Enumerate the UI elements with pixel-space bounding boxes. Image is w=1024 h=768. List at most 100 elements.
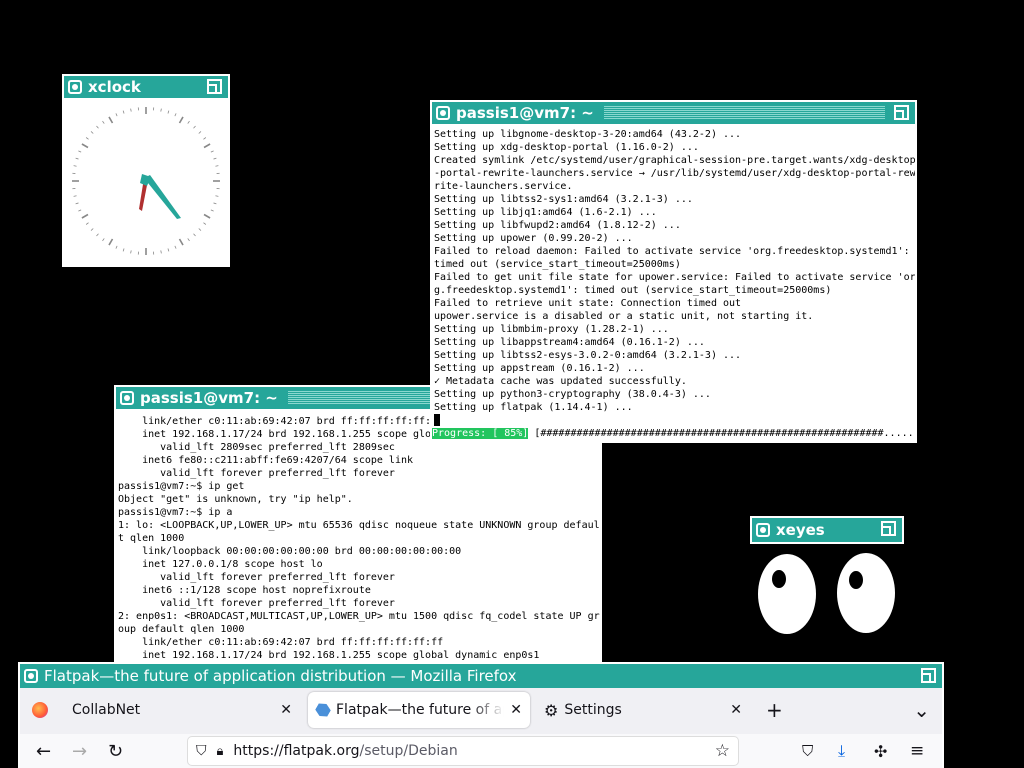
- url-path: /setup/Debian: [359, 743, 458, 759]
- firefox-icon: [32, 702, 48, 718]
- clock-tick: [75, 157, 79, 160]
- maximize-icon[interactable]: [881, 521, 896, 536]
- xeyes-titlebar[interactable]: xeyes: [752, 518, 902, 542]
- terminal-output[interactable]: link/ether c0:11:ab:69:42:07 brd ff:ff:f…: [116, 409, 600, 673]
- tab-flatpak[interactable]: Flatpak—the future of ap ✕: [308, 692, 530, 728]
- clock-tick: [203, 143, 211, 149]
- terminal-line: valid_lft forever preferred_lft forever: [118, 598, 395, 609]
- maximize-icon[interactable]: [921, 668, 936, 683]
- tab-label: Flatpak—the future of ap: [336, 702, 504, 718]
- clock-tick: [78, 150, 82, 153]
- tab-collabnet[interactable]: CollabNet ✕: [24, 692, 292, 728]
- pocket-icon[interactable]: ⛉: [802, 742, 813, 760]
- extensions-icon[interactable]: ✣: [874, 742, 887, 761]
- terminal-line: Setting up python3-cryptography (38.0.4-…: [434, 389, 711, 400]
- clock-tick: [167, 110, 170, 114]
- terminal-output[interactable]: Setting up libgnome-desktop-3-20:amd64 (…: [432, 124, 915, 441]
- clock-tick: [193, 233, 196, 237]
- terminal-line: 1: lo: <LOOPBACK,UP,LOWER_UP> mtu 65536 …: [118, 520, 600, 531]
- terminal-line: Failed to get unit file state for upower…: [434, 272, 915, 283]
- clock-tick: [96, 125, 99, 129]
- progress-bar: [#######################################…: [528, 428, 915, 439]
- clock-dial: [72, 107, 220, 255]
- tab-strip: CollabNet ✕ Flatpak—the future of ap ✕ ⚙…: [20, 688, 942, 732]
- clock-tick: [90, 131, 94, 134]
- terminal-line: Setting up libfwupd2:amd64 (1.8.12-2) ..…: [434, 220, 681, 231]
- clock-tick: [115, 113, 118, 117]
- xclock-titlebar[interactable]: xclock: [64, 76, 228, 98]
- url-host: https://flatpak.org: [233, 743, 360, 759]
- terminal-line: Setting up libtss2-esys-3.0.2-0:amd64 (3…: [434, 350, 742, 361]
- clock-tick: [85, 137, 89, 140]
- progress-line: Progress: [ 85%] [######################…: [432, 427, 915, 440]
- xeyes-window: xeyes: [750, 516, 904, 641]
- window-menu-icon[interactable]: [436, 106, 450, 120]
- reload-button[interactable]: ↻: [108, 741, 123, 762]
- left-eye: [758, 554, 816, 634]
- window-menu-icon[interactable]: [24, 669, 38, 683]
- clock-tick: [178, 116, 184, 124]
- terminal-line: oup default qlen 1000: [118, 624, 245, 635]
- terminal-line: Setting up libappstream4:amd64 (0.16.1-2…: [434, 337, 705, 348]
- terminal-titlebar[interactable]: passis1@vm7: ~: [432, 102, 915, 124]
- clock-tick: [130, 108, 132, 112]
- terminal-line: ✓ Metadata cache was updated successfull…: [434, 376, 687, 387]
- clock-tick: [203, 137, 207, 140]
- clock-tick: [96, 233, 99, 237]
- downloads-icon[interactable]: ⤓: [838, 741, 845, 761]
- terminal-line: Object "get" is unknown, try "ip help".: [118, 494, 353, 505]
- titlebar-stripes: [603, 106, 885, 120]
- shield-icon: ⛉: [196, 743, 207, 759]
- navigation-toolbar: ← → ↻ ⛉ 🔒︎ https://flatpak.org/setup/Deb…: [20, 734, 942, 768]
- clock-tick: [210, 209, 214, 212]
- back-button[interactable]: ←: [36, 741, 51, 762]
- clock-tick: [108, 116, 114, 124]
- terminal-line: upower.service is a disabled or a static…: [434, 311, 814, 322]
- close-tab-icon[interactable]: ✕: [730, 702, 742, 718]
- list-all-tabs-button[interactable]: ⌄: [913, 698, 930, 722]
- terminal-window-apt: passis1@vm7: ~ Setting up libgnome-deskt…: [430, 100, 917, 443]
- terminal-line: Setting up libmbim-proxy (1.28.2-1) ...: [434, 324, 669, 335]
- clock-tick: [73, 165, 77, 167]
- new-tab-button[interactable]: +: [766, 698, 783, 722]
- terminal-line: Failed to reload daemon: Failed to activ…: [434, 246, 910, 257]
- clock-face: [64, 98, 228, 265]
- window-menu-icon[interactable]: [68, 80, 82, 94]
- terminal-line: 2: enp0s1: <BROADCAST,MULTICAST,UP,LOWER…: [118, 611, 600, 622]
- tab-label: CollabNet: [72, 702, 141, 718]
- right-pupil: [849, 571, 863, 589]
- terminal-line: Setting up libtss2-sys1:amd64 (3.2.1-3) …: [434, 194, 693, 205]
- clock-tick: [108, 238, 114, 246]
- xclock-title: xclock: [88, 78, 141, 96]
- terminal-title: passis1@vm7: ~: [140, 389, 278, 407]
- xclock-window: xclock: [62, 74, 230, 267]
- cursor-line: [432, 414, 915, 427]
- terminal-line: inet6 fe80::c211:abff:fe69:4207/64 scope…: [118, 455, 414, 466]
- gear-icon: ⚙: [544, 700, 559, 720]
- tab-settings[interactable]: ⚙ Settings ✕: [536, 692, 742, 728]
- terminal-line: g.freedesktop.systemd1': timed out (serv…: [434, 285, 832, 296]
- window-menu-icon[interactable]: [756, 523, 770, 537]
- clock-tick: [174, 113, 177, 117]
- clock-tick: [102, 120, 105, 124]
- clock-tick: [187, 238, 190, 242]
- clock-tick: [73, 195, 77, 197]
- terminal-line: passis1@vm7:~$ ip a: [118, 507, 233, 518]
- url-bar[interactable]: ⛉ 🔒︎ https://flatpak.org/setup/Debian ☆: [188, 737, 738, 765]
- xeyes-titlebar-frame: xeyes: [750, 516, 904, 544]
- bookmark-star-icon[interactable]: ☆: [715, 741, 730, 761]
- tab-label: Settings: [564, 702, 622, 718]
- maximize-icon[interactable]: [894, 105, 909, 120]
- clock-tick: [130, 250, 132, 254]
- close-tab-icon[interactable]: ✕: [280, 702, 292, 718]
- close-tab-icon[interactable]: ✕: [510, 702, 522, 718]
- maximize-icon[interactable]: [207, 79, 222, 94]
- clock-tick: [160, 250, 162, 254]
- clock-tick: [85, 222, 89, 225]
- menu-icon[interactable]: ≡: [910, 741, 924, 761]
- terminal-line: -portal-rewrite-launchers.service → /usr…: [434, 168, 915, 179]
- clock-tick: [213, 202, 217, 205]
- window-menu-icon[interactable]: [120, 391, 134, 405]
- firefox-titlebar[interactable]: Flatpak—the future of application distri…: [20, 664, 942, 688]
- forward-button[interactable]: →: [72, 741, 87, 762]
